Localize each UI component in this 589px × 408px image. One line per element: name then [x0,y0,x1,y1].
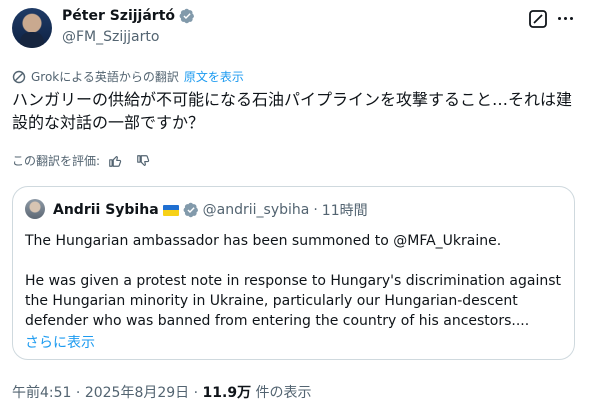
translation-note: Grokによる英語からの翻訳 原文を表示 [12,68,244,85]
grok-icon[interactable] [528,9,548,29]
footer-separator: · [193,385,199,401]
footer-separator: · [75,385,81,401]
quoted-tweet-body: The Hungarian ambassador has been summon… [25,231,565,331]
quoted-tweet-line-2: He was given a protest note in response … [25,273,561,329]
tweet-date[interactable]: 2025年8月29日 [85,385,189,401]
author-avatar[interactable] [12,8,52,48]
meta-separator: · [313,202,318,218]
thumbs-down-icon[interactable] [136,154,150,168]
quoted-tweet-line-1: The Hungarian ambassador has been summon… [25,233,502,249]
quoted-author-avatar[interactable] [25,199,45,219]
rate-translation-row: この翻訳を評価: [12,152,150,169]
rate-translation-label: この翻訳を評価: [12,154,101,168]
author-handle[interactable]: @FM_Szijjarto [62,29,159,45]
author-name[interactable]: Péter Szijjártó [62,8,175,24]
view-count-label: 件の表示 [255,385,312,401]
show-original-link[interactable]: 原文を表示 [184,68,244,85]
tweet-text: ハンガリーの供給が不可能になる石油パイプラインを攻撃すること…それは建設的な対話… [12,90,573,132]
quoted-tweet-time[interactable]: 11時間 [322,200,368,220]
ukraine-flag-icon [162,204,179,216]
quoted-tweet-card[interactable]: Andrii Sybiha @andrii_sybiha · 11時間 The … [12,186,575,360]
thumbs-up-icon[interactable] [108,154,122,168]
author-name-row: Péter Szijjártó [62,8,195,24]
quoted-author-name[interactable]: Andrii Sybiha [53,202,159,218]
verified-badge-icon [179,8,194,24]
grok-small-icon [12,70,26,83]
quoted-author-handle[interactable]: @andrii_sybiha [203,202,310,218]
more-options-icon[interactable] [558,17,573,20]
show-more-link[interactable]: さらに表示 [25,332,95,352]
quoted-tweet-header: Andrii Sybiha @andrii_sybiha · 11時間 [53,200,368,220]
verified-badge-icon [183,202,198,218]
tweet-time[interactable]: 午前4:51 [12,385,71,401]
translation-source-label: Grokによる英語からの翻訳 [31,70,179,84]
tweet-timestamp-row: 午前4:51 · 2025年8月29日 · 11.9万 件の表示 [12,382,312,402]
view-count: 11.9万 [202,385,252,401]
